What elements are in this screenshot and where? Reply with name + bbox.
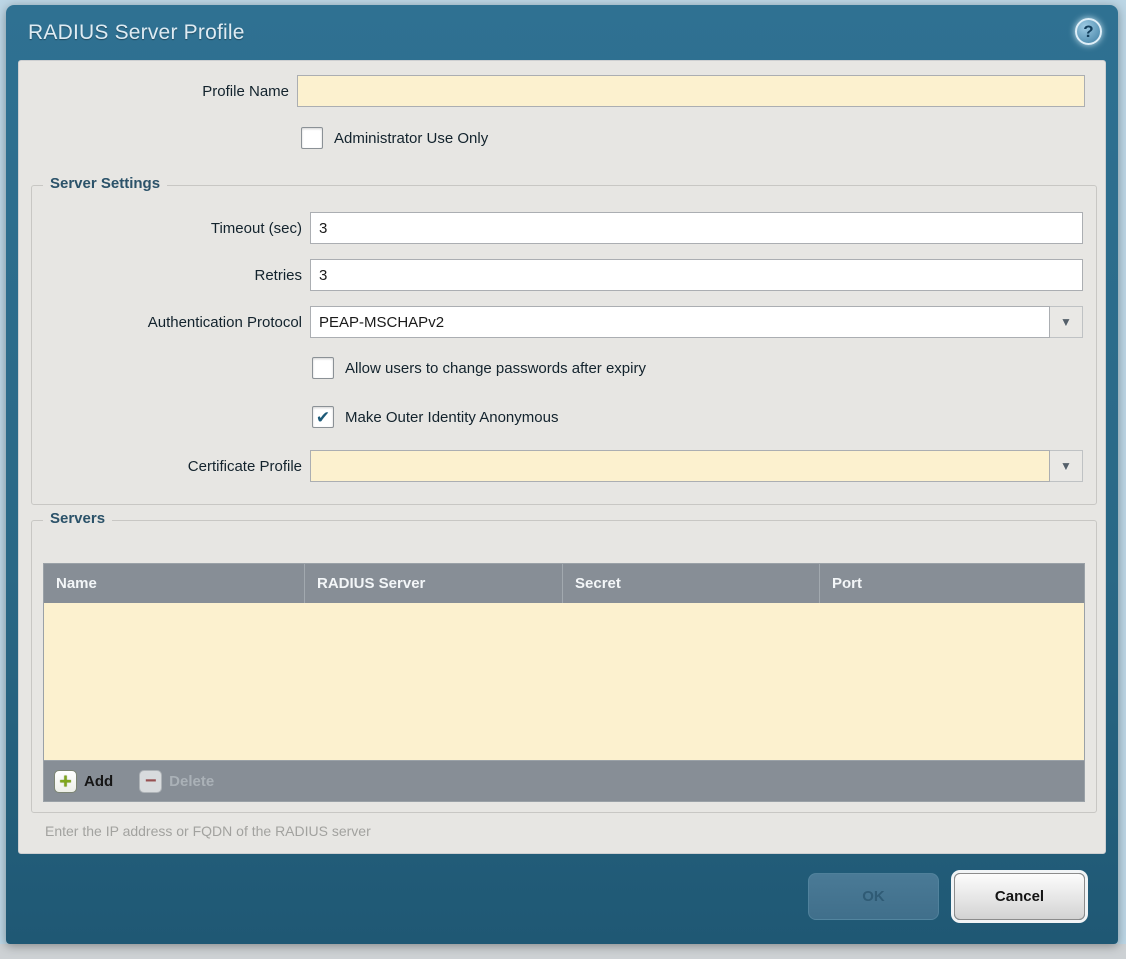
delete-server-label: Delete: [169, 773, 214, 790]
certificate-profile-label: Certificate Profile: [32, 458, 302, 475]
servers-table-toolbar: + Add − Delete: [44, 760, 1084, 801]
radius-server-hint-text: Enter the IP address or FQDN of the RADI…: [45, 823, 1105, 839]
server-settings-fieldset: Server Settings Timeout (sec) Retries Au…: [31, 185, 1097, 505]
timeout-row: Timeout (sec): [32, 212, 1083, 244]
screen-background: RADIUS Server Profile ? Profile Name ✔ A…: [0, 0, 1126, 959]
plus-icon: +: [54, 770, 77, 793]
checkmark-icon: ✔: [316, 409, 330, 426]
dialog-titlebar: RADIUS Server Profile ?: [6, 5, 1118, 60]
authentication-protocol-dropdown-trigger[interactable]: ▼: [1050, 306, 1083, 338]
profile-name-label: Profile Name: [19, 83, 289, 100]
outer-identity-anonymous-checkbox[interactable]: ✔: [312, 406, 334, 428]
column-header-port[interactable]: Port: [819, 564, 1084, 603]
help-icon[interactable]: ?: [1075, 18, 1102, 45]
certificate-profile-row: Certificate Profile ▼: [32, 450, 1083, 482]
authentication-protocol-label: Authentication Protocol: [32, 314, 302, 331]
chevron-down-icon: ▼: [1060, 316, 1072, 328]
server-settings-legend: Server Settings: [43, 175, 167, 192]
allow-password-change-checkbox[interactable]: ✔: [312, 357, 334, 379]
servers-table: Name RADIUS Server Secret Port + Add −: [43, 563, 1085, 802]
authentication-protocol-combo: ▼: [310, 306, 1083, 338]
servers-fieldset: Servers Name RADIUS Server Secret Port +…: [31, 520, 1097, 813]
minus-icon: −: [139, 770, 162, 793]
outer-identity-row: ✔ Make Outer Identity Anonymous: [312, 406, 1096, 428]
profile-name-input[interactable]: [297, 75, 1085, 107]
column-header-secret[interactable]: Secret: [562, 564, 819, 603]
chevron-down-icon: ▼: [1060, 460, 1072, 472]
authentication-protocol-row: Authentication Protocol ▼: [32, 306, 1083, 338]
dialog-title: RADIUS Server Profile: [28, 21, 245, 45]
add-server-button[interactable]: + Add: [54, 770, 113, 793]
profile-name-row: Profile Name: [19, 75, 1085, 107]
column-header-name[interactable]: Name: [44, 564, 304, 603]
allow-password-change-label: Allow users to change passwords after ex…: [345, 360, 646, 377]
cancel-button[interactable]: Cancel: [954, 873, 1085, 920]
column-header-radius-server[interactable]: RADIUS Server: [304, 564, 562, 603]
timeout-input[interactable]: [310, 212, 1083, 244]
servers-legend: Servers: [43, 510, 112, 527]
retries-label: Retries: [32, 267, 302, 284]
ok-button[interactable]: OK: [808, 873, 939, 920]
allow-password-change-row: ✔ Allow users to change passwords after …: [312, 357, 1096, 379]
certificate-profile-combo: ▼: [310, 450, 1083, 482]
radius-server-profile-dialog: RADIUS Server Profile ? Profile Name ✔ A…: [6, 5, 1118, 944]
timeout-label: Timeout (sec): [32, 220, 302, 237]
retries-input[interactable]: [310, 259, 1083, 291]
servers-table-body[interactable]: [44, 603, 1084, 760]
certificate-profile-input[interactable]: [310, 450, 1050, 482]
certificate-profile-dropdown-trigger[interactable]: ▼: [1050, 450, 1083, 482]
dialog-footer: OK Cancel: [6, 854, 1118, 920]
outer-identity-anonymous-label: Make Outer Identity Anonymous: [345, 409, 558, 426]
administrator-use-only-checkbox[interactable]: ✔: [301, 127, 323, 149]
retries-row: Retries: [32, 259, 1083, 291]
dialog-content-panel: Profile Name ✔ Administrator Use Only Se…: [18, 60, 1106, 854]
administrator-use-only-label: Administrator Use Only: [334, 130, 488, 147]
administrator-use-only-row: ✔ Administrator Use Only: [301, 127, 1105, 149]
add-server-label: Add: [84, 773, 113, 790]
delete-server-button[interactable]: − Delete: [139, 770, 214, 793]
authentication-protocol-input[interactable]: [310, 306, 1050, 338]
servers-table-header: Name RADIUS Server Secret Port: [44, 564, 1084, 603]
